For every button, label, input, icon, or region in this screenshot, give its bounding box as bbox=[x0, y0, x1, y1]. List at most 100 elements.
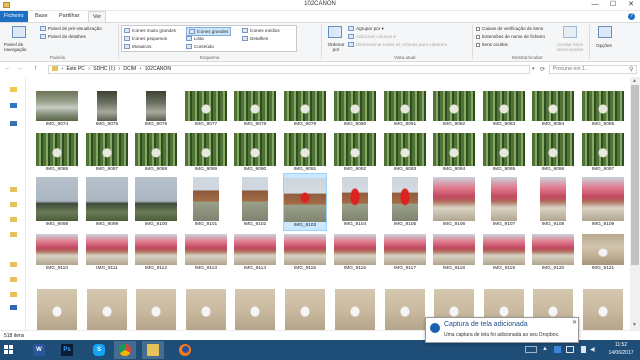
breadcrumb-dcim[interactable]: DCIM bbox=[123, 66, 136, 72]
taskbar-chrome[interactable] bbox=[114, 341, 136, 359]
file-thumbnail[interactable]: IMG_9108 bbox=[531, 173, 575, 227]
folder-icon[interactable] bbox=[10, 187, 17, 192]
dropbox-icon[interactable] bbox=[10, 121, 17, 126]
scroll-down-icon[interactable]: ▼ bbox=[632, 322, 637, 328]
file-thumbnail[interactable]: IMG_9109 bbox=[581, 173, 625, 227]
image-preview[interactable] bbox=[335, 289, 375, 330]
vertical-scrollbar[interactable]: ▲ ▼ bbox=[630, 77, 640, 330]
layout-medium-icons[interactable]: Ícones médios bbox=[242, 28, 280, 34]
group-by-button[interactable]: Agrupar por ▾ bbox=[348, 26, 384, 32]
file-thumbnail[interactable]: IMG_9117 bbox=[383, 224, 427, 271]
file-thumbnail[interactable]: IMG_9121 bbox=[581, 224, 625, 271]
minimize-button[interactable]: — bbox=[586, 0, 604, 10]
file-thumbnail[interactable]: IMG_9088 bbox=[134, 129, 178, 172]
file-thumbnail[interactable]: IMG_9092 bbox=[333, 129, 377, 172]
preview-pane-button[interactable]: Painel de pré-visualização bbox=[40, 26, 102, 32]
file-thumbnail[interactable]: IMG_9091 bbox=[283, 129, 327, 172]
file-thumbnail[interactable]: IMG_9111 bbox=[85, 224, 129, 271]
breadcrumb-drive[interactable]: SDHC (I:) bbox=[93, 66, 115, 72]
file-thumbnail[interactable]: IMG_9097 bbox=[581, 129, 625, 172]
file-extensions-toggle[interactable]: Extensões de nome de ficheiro bbox=[476, 34, 545, 39]
file-thumbnail[interactable]: IMG_9103 bbox=[283, 173, 327, 231]
sort-by-button[interactable]: Ordenar por bbox=[324, 42, 348, 52]
network-tray-icon[interactable] bbox=[578, 346, 586, 353]
up-button[interactable]: ↑ bbox=[34, 65, 38, 72]
taskbar-file-explorer[interactable] bbox=[142, 341, 164, 359]
file-thumbnail[interactable]: IMG_9115 bbox=[283, 224, 327, 271]
scroll-up-icon[interactable]: ▲ bbox=[632, 78, 637, 84]
action-center-icon[interactable] bbox=[566, 346, 574, 353]
layout-list[interactable]: Lista bbox=[186, 36, 204, 42]
image-preview[interactable] bbox=[87, 289, 127, 330]
folder-icon[interactable] bbox=[10, 292, 17, 297]
tab-share[interactable]: Partilhar bbox=[55, 11, 83, 22]
file-thumbnail[interactable]: IMG_9089 bbox=[184, 129, 228, 172]
maximize-button[interactable]: ☐ bbox=[604, 0, 622, 10]
file-thumbnail[interactable]: IMG_9119 bbox=[482, 224, 526, 271]
folder-icon[interactable] bbox=[10, 202, 17, 207]
add-columns-button[interactable]: Adicionar colunas ▾ bbox=[348, 34, 396, 40]
forward-button[interactable]: → bbox=[16, 65, 23, 72]
file-thumbnail[interactable]: IMG_9107 bbox=[482, 173, 526, 227]
breadcrumb-this-pc[interactable]: Este PC bbox=[66, 66, 84, 72]
file-thumbnail[interactable]: IMG_9106 bbox=[432, 173, 476, 227]
tab-file[interactable]: Ficheiro bbox=[0, 11, 28, 22]
scrollbar-thumb[interactable] bbox=[631, 85, 639, 265]
tab-home[interactable]: Base bbox=[31, 11, 52, 22]
file-thumbnail[interactable]: IMG_9101 bbox=[184, 173, 228, 227]
refresh-icon[interactable]: ⟳ bbox=[540, 66, 545, 73]
file-thumbnail[interactable]: IMG_9100 bbox=[134, 173, 178, 227]
file-thumbnail[interactable]: IMG_9085 bbox=[581, 86, 625, 127]
folder-icon[interactable] bbox=[10, 232, 17, 237]
start-icon[interactable] bbox=[4, 345, 14, 355]
file-thumbnail[interactable]: IMG_9093 bbox=[383, 129, 427, 172]
notification-toast[interactable]: Captura de tela adicionada Uma captura d… bbox=[425, 317, 579, 343]
options-button[interactable]: Opções bbox=[596, 43, 612, 48]
breadcrumb-current[interactable]: 102CANON bbox=[145, 66, 171, 72]
file-thumbnail[interactable]: IMG_9075 bbox=[85, 86, 129, 127]
item-checkboxes-toggle[interactable]: Caixas de verificação de itens bbox=[476, 26, 543, 31]
volume-icon[interactable]: ◀ bbox=[590, 346, 595, 353]
file-thumbnail[interactable]: IMG_9079 bbox=[283, 86, 327, 127]
layout-details[interactable]: Detalhes bbox=[242, 36, 268, 42]
clock-date[interactable]: 14/06/2017 bbox=[606, 350, 636, 356]
layout-large-icons[interactable]: Ícones grandes bbox=[186, 27, 232, 37]
layout-small-icons[interactable]: Ícones pequenos bbox=[124, 36, 167, 42]
tab-view[interactable]: Ver bbox=[88, 11, 107, 22]
address-dropdown-icon[interactable]: ▾ bbox=[532, 66, 535, 72]
back-button[interactable]: ← bbox=[4, 65, 11, 72]
image-preview[interactable] bbox=[37, 289, 77, 330]
layout-content[interactable]: Conteúdo bbox=[186, 44, 214, 50]
file-thumbnail[interactable]: IMG_9118 bbox=[432, 224, 476, 271]
file-thumbnail[interactable]: IMG_9104 bbox=[333, 173, 377, 227]
file-thumbnail[interactable]: IMG_9094 bbox=[432, 129, 476, 172]
clock-time[interactable]: 11:52 bbox=[606, 342, 636, 348]
navigation-pane-button[interactable]: Painel de navegação bbox=[4, 42, 40, 52]
hidden-items-toggle[interactable]: Itens ocultos bbox=[476, 42, 508, 47]
tray-chevron-icon[interactable]: ▲ bbox=[542, 346, 548, 352]
file-thumbnail[interactable]: IMG_9078 bbox=[233, 86, 277, 127]
size-columns-button[interactable]: Dimensionar todas as colunas para cabere… bbox=[348, 42, 447, 48]
file-thumbnail[interactable]: IMG_9081 bbox=[383, 86, 427, 127]
file-thumbnail[interactable]: IMG_9076 bbox=[134, 86, 178, 127]
taskbar-skype[interactable]: S bbox=[88, 341, 110, 359]
file-thumbnail[interactable]: IMG_9090 bbox=[233, 129, 277, 172]
file-thumbnail[interactable]: IMG_9080 bbox=[333, 86, 377, 127]
file-thumbnail[interactable]: IMG_9096 bbox=[531, 129, 575, 172]
taskbar-firefox[interactable] bbox=[174, 341, 196, 359]
folder-icon[interactable] bbox=[10, 262, 17, 267]
file-thumbnail[interactable]: IMG_9095 bbox=[482, 129, 526, 172]
help-icon[interactable]: ? bbox=[628, 13, 635, 20]
image-preview[interactable] bbox=[186, 289, 226, 330]
file-thumbnail[interactable]: IMG_9112 bbox=[134, 224, 178, 271]
file-thumbnail[interactable]: IMG_9083 bbox=[482, 86, 526, 127]
file-thumbnail[interactable]: IMG_9120 bbox=[531, 224, 575, 271]
hide-selected-button[interactable]: Ocultar itens selecionados bbox=[553, 42, 587, 52]
layout-extra-large-icons[interactable]: Ícones muito grandes bbox=[124, 28, 176, 34]
image-preview[interactable] bbox=[583, 289, 623, 330]
image-preview[interactable] bbox=[235, 289, 275, 330]
details-pane-button[interactable]: Painel de detalhes bbox=[40, 34, 86, 40]
file-thumbnail[interactable]: IMG_9087 bbox=[85, 129, 129, 172]
file-thumbnail[interactable]: IMG_9082 bbox=[432, 86, 476, 127]
file-thumbnail[interactable]: IMG_9099 bbox=[85, 173, 129, 227]
